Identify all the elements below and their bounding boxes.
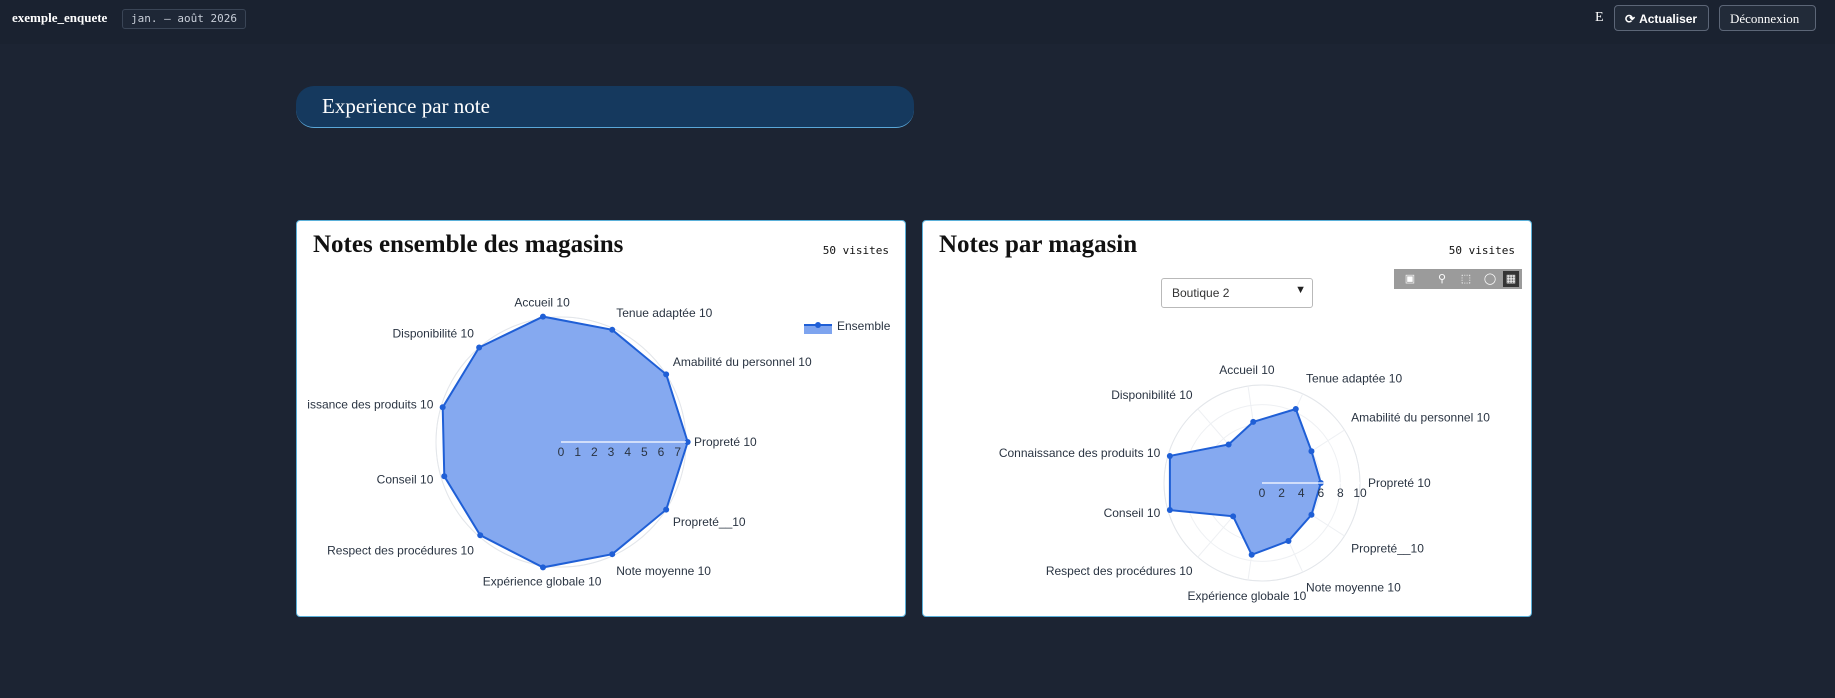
radial-tick-label: 2: [591, 445, 598, 459]
data-point[interactable]: [1225, 441, 1232, 448]
data-point[interactable]: [1166, 452, 1173, 459]
legend-label[interactable]: Ensemble: [837, 319, 891, 333]
data-point[interactable]: [539, 564, 546, 571]
radial-tick-label: 5: [641, 445, 648, 459]
data-point[interactable]: [477, 532, 484, 539]
card-title: Notes ensemble des magasins: [313, 231, 624, 258]
radial-tick-label: 10: [1353, 486, 1367, 500]
category-label: Tenue adaptée 10: [616, 306, 712, 320]
data-point[interactable]: [1308, 511, 1315, 518]
category-label: Propreté 10: [1368, 476, 1431, 490]
chart-toolbar: ▣ ⚲ ⬚ ◯ ▦: [1394, 269, 1522, 289]
data-point[interactable]: [476, 344, 483, 351]
visits-count: 50 visites: [822, 244, 889, 257]
app-name: exemple_enquete: [12, 10, 108, 25]
category-label: Note moyenne 10: [616, 564, 711, 578]
section-banner: Experience par note: [296, 86, 914, 128]
refresh-button[interactable]: ⟳ Actualiser: [1614, 5, 1709, 31]
store-select-value: Boutique 2: [1172, 286, 1230, 300]
category-label: Note moyenne 10: [1306, 580, 1401, 594]
data-point[interactable]: [539, 313, 546, 320]
period-badge[interactable]: jan. – août 2026: [122, 9, 246, 29]
category-label: Expérience globale 10: [1188, 589, 1307, 603]
visits-count: 50 visites: [1448, 244, 1515, 257]
data-point[interactable]: [1292, 406, 1299, 413]
radial-tick-label: 7: [674, 445, 681, 459]
data-point[interactable]: [441, 473, 448, 480]
box-select-icon[interactable]: ⬚: [1458, 271, 1474, 287]
radial-tick-label: 3: [608, 445, 615, 459]
camera-icon[interactable]: ▣: [1402, 271, 1418, 287]
radar-chart-overall[interactable]: 0 1 2 3 4 5 6 7 Propreté 10 Amabilité du personne…: [297, 221, 906, 617]
data-point[interactable]: [1248, 551, 1255, 558]
category-label: Expérience globale 10: [483, 575, 602, 589]
radial-tick-label: 6: [658, 445, 665, 459]
store-select[interactable]: Boutique 2 ▼: [1161, 278, 1313, 308]
category-label: Respect des procédures 10: [1046, 564, 1193, 578]
data-point[interactable]: [439, 404, 446, 411]
chevron-down-icon: ▼: [1295, 284, 1306, 296]
plotly-logo-icon[interactable]: ▦: [1503, 271, 1519, 287]
category-label: Disponibilité 10: [393, 326, 475, 340]
top-bar: exemple_enquete jan. – août 2026 E ⟳ Actu…: [0, 0, 1835, 44]
category-label: Respect des procédures 10: [327, 544, 474, 558]
data-point[interactable]: [1285, 537, 1292, 544]
data-point[interactable]: [609, 326, 616, 333]
radar-area[interactable]: [1168, 407, 1322, 557]
category-label: Tenue adaptée 10: [1306, 372, 1402, 386]
category-label: Connaissance des produits 10: [999, 446, 1161, 460]
radial-tick-label: 0: [558, 445, 565, 459]
radial-tick-label: 6: [1317, 486, 1324, 500]
category-label: Amabilité du personnel 10: [673, 355, 812, 369]
radial-tick-label: 0: [1259, 486, 1266, 500]
category-label: Propreté 10: [694, 435, 757, 449]
category-label: Propreté__10: [1351, 541, 1424, 555]
radial-tick-label: 1: [574, 445, 581, 459]
refresh-icon: ⟳: [1625, 12, 1636, 26]
category-label: issance des produits 10: [307, 398, 433, 412]
radial-tick-label: 4: [624, 445, 631, 459]
data-point[interactable]: [663, 506, 670, 513]
category-label: Accueil 10: [1219, 363, 1275, 377]
card-store-ratings: 0 2 4 6 8 10 Propreté 10 Amabilité du personnel…: [922, 220, 1532, 617]
radial-tick-label: 4: [1298, 486, 1305, 500]
category-label: Propreté__10: [673, 515, 746, 529]
card-title: Notes par magasin: [939, 231, 1138, 258]
data-point[interactable]: [663, 371, 670, 378]
card-overall-ratings: 0 1 2 3 4 5 6 7 Propreté 10 Amabilité du personne…: [296, 220, 906, 617]
category-label: Conseil 10: [377, 472, 434, 486]
section-title: Experience par note: [322, 94, 490, 118]
zoom-icon[interactable]: ⚲: [1434, 271, 1450, 287]
category-label: Accueil 10: [514, 295, 570, 309]
data-point[interactable]: [1230, 513, 1237, 520]
radial-tick-label: 2: [1278, 486, 1285, 500]
category-label: Conseil 10: [1104, 506, 1161, 520]
data-point[interactable]: [1250, 418, 1257, 425]
legend-marker: [815, 322, 821, 328]
logout-button[interactable]: Déconnexion: [1719, 5, 1816, 31]
data-point[interactable]: [1166, 507, 1173, 514]
data-point[interactable]: [1308, 448, 1315, 455]
data-point[interactable]: [609, 551, 616, 558]
user-initial[interactable]: E: [1595, 10, 1604, 26]
category-label: Disponibilité 10: [1111, 388, 1193, 402]
category-label: Amabilité du personnel 10: [1351, 411, 1490, 425]
radial-tick-label: 8: [1337, 486, 1344, 500]
lasso-icon[interactable]: ◯: [1482, 271, 1498, 287]
refresh-label: Actualiser: [1639, 12, 1698, 26]
